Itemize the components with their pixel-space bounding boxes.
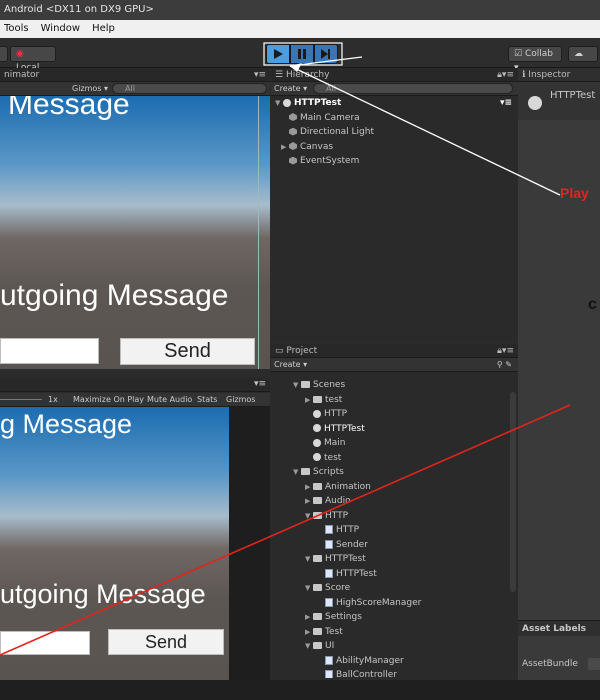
annotation-overlay bbox=[0, 42, 571, 656]
play-annotation-label: Play bbox=[560, 185, 589, 201]
play-highlight-box bbox=[263, 42, 343, 66]
annotation-red-line bbox=[0, 404, 571, 656]
c-annotation-label: c bbox=[588, 296, 597, 313]
annotation-arrow-line bbox=[289, 65, 561, 196]
